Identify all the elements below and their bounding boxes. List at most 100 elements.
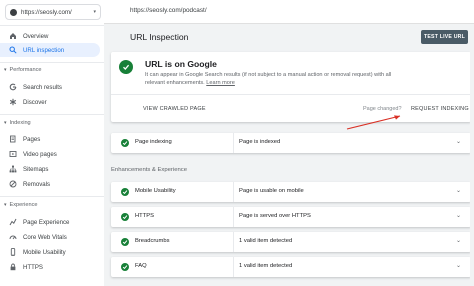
chevron-down-icon: ⌄: [455, 238, 461, 244]
row-separator: [233, 232, 234, 252]
sidebar-item-discover[interactable]: Discover: [0, 95, 100, 109]
check-circle-icon: [121, 139, 129, 147]
sidebar-item-label: Discover: [23, 98, 47, 106]
property-selector[interactable]: https://seosly.com/ ▾: [5, 4, 101, 20]
section-label: Indexing: [9, 120, 31, 126]
sidebar-item-label: Search results: [23, 83, 62, 91]
sidebar-item-sitemaps[interactable]: Sitemaps: [0, 162, 100, 176]
sitemaps-icon: [8, 165, 17, 174]
check-circle-icon: [119, 60, 133, 74]
chevron-down-icon: ▾: [4, 67, 7, 73]
scrollbar[interactable]: [470, 24, 474, 286]
sidebar-item-pages[interactable]: Pages: [0, 132, 100, 146]
test-live-url-button[interactable]: TEST LIVE URL: [421, 30, 468, 44]
sidebar-item-label: Video pages: [23, 150, 57, 158]
check-circle-icon: [121, 188, 129, 196]
mobile-icon: [8, 248, 17, 257]
enhancements-heading: Enhancements & Experience: [111, 167, 187, 173]
sidebar-item-core-web-vitals[interactable]: Core Web Vitals: [0, 230, 100, 244]
enhancement-row-mobile-usability[interactable]: Mobile Usability Page is usable on mobil…: [111, 182, 471, 202]
check-circle-icon: [121, 213, 129, 221]
check-circle-icon: [121, 238, 129, 246]
chevron-down-icon: ⌄: [455, 139, 461, 145]
row-separator: [233, 257, 234, 277]
enhancement-row-breadcrumbs[interactable]: Breadcrumbs 1 valid item detected ⌄: [111, 232, 471, 252]
inspected-url: https://seosly.com/podcast/: [130, 7, 207, 14]
status-title: URL is on Google: [145, 59, 217, 69]
sidebar-divider: [0, 196, 104, 197]
sidebar-item-label: Pages: [23, 135, 41, 143]
chevron-down-icon: ⌄: [455, 263, 461, 269]
sidebar-item-overview[interactable]: Overview: [0, 29, 100, 43]
row-name: Mobile Usability: [135, 188, 176, 194]
card-divider: [111, 94, 471, 95]
row-name: Page indexing: [135, 139, 172, 145]
row-name: HTTPS: [135, 213, 155, 219]
row-status: Page is indexed: [239, 139, 281, 145]
status-description: It can appear in Google Search results (…: [145, 71, 395, 87]
pages-icon: [8, 135, 17, 144]
request-indexing-button[interactable]: REQUEST INDEXING: [411, 106, 469, 112]
sidebar-item-search-results[interactable]: Search results: [0, 80, 100, 94]
section-label: Experience: [9, 202, 38, 208]
status-description-text: It can appear in Google Search results (…: [145, 72, 392, 86]
row-separator: [233, 133, 234, 153]
enhancement-row-https[interactable]: HTTPS Page is served over HTTPS ⌄: [111, 207, 471, 227]
chevron-down-icon: ⌄: [455, 188, 461, 194]
section-indexing[interactable]: ▾ Indexing: [4, 120, 31, 126]
sidebar-item-mobile-usability[interactable]: Mobile Usability: [0, 245, 100, 259]
sidebar-divider: [0, 114, 104, 115]
chevron-down-icon: ▾: [4, 120, 7, 126]
section-label: Performance: [9, 67, 42, 73]
page-indexing-row[interactable]: Page indexing Page is indexed ⌄: [111, 133, 471, 153]
row-name: FAQ: [135, 263, 147, 269]
removals-icon: [8, 180, 17, 189]
section-experience[interactable]: ▾ Experience: [4, 202, 38, 208]
row-status: 1 valid item detected: [239, 263, 293, 269]
annotation-arrow-icon: [346, 115, 401, 130]
row-separator: [233, 207, 234, 227]
sidebar-item-page-experience[interactable]: Page Experience: [0, 215, 100, 229]
sidebar-item-label: Sitemaps: [23, 165, 49, 173]
row-status: Page is served over HTTPS: [239, 213, 311, 219]
row-status: 1 valid item detected: [239, 238, 293, 244]
sidebar-item-label: Page Experience: [23, 218, 70, 226]
video-pages-icon: [8, 150, 17, 159]
sidebar-item-video-pages[interactable]: Video pages: [0, 147, 100, 161]
row-separator: [233, 182, 234, 202]
sidebar-item-label: HTTPS: [23, 263, 43, 271]
page-experience-icon: [8, 218, 17, 227]
chevron-down-icon: ▾: [93, 9, 96, 15]
row-status: Page is usable on mobile: [239, 188, 304, 194]
sidebar-item-label: Mobile Usability: [23, 248, 66, 256]
sidebar-divider: [0, 25, 104, 26]
sidebar-item-label: Removals: [23, 180, 51, 188]
sidebar-item-https[interactable]: HTTPS: [0, 260, 100, 274]
view-crawled-page-button[interactable]: VIEW CRAWLED PAGE: [143, 106, 206, 112]
property-url: https://seosly.com/: [21, 8, 72, 16]
index-status-card: URL is on Google It can appear in Google…: [111, 52, 471, 122]
section-performance[interactable]: ▾ Performance: [4, 67, 42, 73]
learn-more-link[interactable]: Learn more: [206, 80, 235, 86]
row-name: Breadcrumbs: [135, 238, 170, 244]
google-g-icon: [8, 83, 17, 92]
sidebar-item-url-inspection[interactable]: URL inspection: [0, 43, 100, 57]
sidebar-item-removals[interactable]: Removals: [0, 177, 100, 191]
enhancement-row-faq[interactable]: FAQ 1 valid item detected ⌄: [111, 257, 471, 277]
check-circle-icon: [121, 263, 129, 271]
sidebar-divider: [0, 62, 104, 63]
sidebar-item-label: URL inspection: [23, 46, 65, 54]
sidebar-item-label: Core Web Vitals: [23, 233, 67, 241]
page-title: URL Inspection: [130, 32, 189, 42]
sidebar-item-label: Overview: [23, 32, 49, 40]
property-favicon-icon: [10, 8, 17, 16]
search-icon: [8, 46, 17, 55]
inspection-search-bar[interactable]: https://seosly.com/podcast/: [104, 0, 474, 24]
asterisk-icon: [8, 98, 17, 107]
gauge-icon: [8, 233, 17, 242]
home-icon: [8, 32, 17, 41]
chevron-down-icon: ⌄: [455, 213, 461, 219]
sidebar: https://seosly.com/ ▾ Overview URL inspe…: [0, 0, 104, 286]
chevron-down-icon: ▾: [4, 202, 7, 208]
lock-icon: [8, 263, 17, 272]
